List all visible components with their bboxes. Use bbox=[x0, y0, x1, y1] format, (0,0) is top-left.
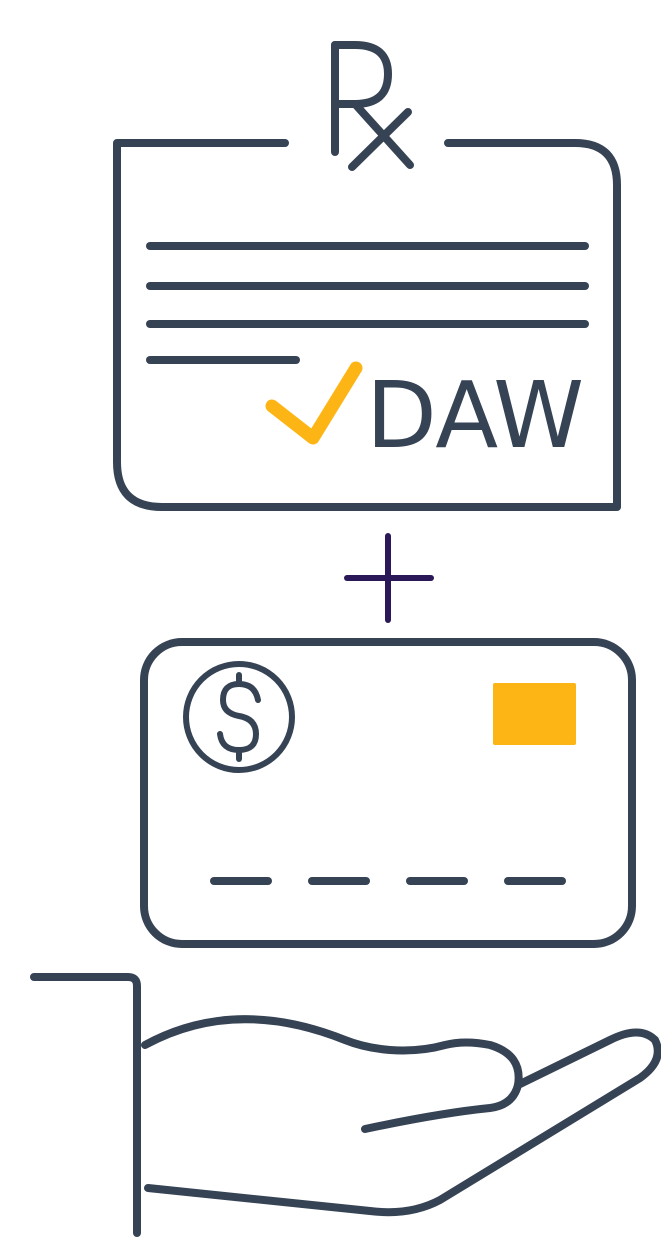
card-chip-icon bbox=[493, 683, 576, 745]
prescription-document: DAW bbox=[113, 41, 621, 511]
daw-label: DAW bbox=[366, 362, 584, 469]
rx-payment-illustration: DAW bbox=[30, 41, 661, 1237]
checkmark-icon bbox=[265, 361, 363, 445]
hand-cuff bbox=[30, 973, 141, 1237]
dollar-coin-icon bbox=[183, 661, 295, 773]
open-hand-icon bbox=[30, 973, 661, 1237]
plus-icon bbox=[344, 533, 434, 623]
credit-card-icon bbox=[140, 638, 636, 948]
prescription-rx-icon bbox=[331, 41, 414, 171]
hand-top bbox=[141, 1015, 523, 1133]
